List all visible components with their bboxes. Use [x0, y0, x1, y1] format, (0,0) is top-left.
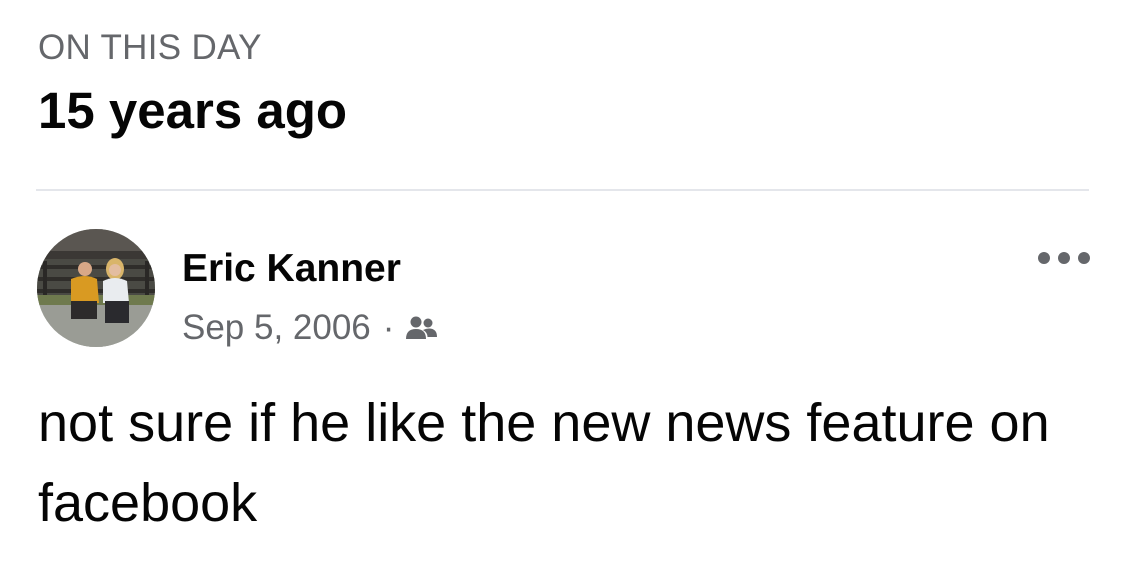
section-label: ON THIS DAY: [38, 28, 262, 67]
post-date[interactable]: Sep 5, 2006: [182, 308, 371, 348]
more-options-button[interactable]: [1034, 241, 1094, 275]
more-options-icon: [1038, 252, 1090, 264]
post-meta: Sep 5, 2006 ·: [182, 306, 438, 350]
avatar-photo: [37, 229, 155, 347]
post-text: not sure if he like the new news feature…: [38, 393, 1050, 533]
memory-title: 15 years ago: [38, 82, 348, 139]
meta-separator: ·: [382, 308, 395, 347]
friends-icon[interactable]: [404, 313, 438, 343]
author-name[interactable]: Eric Kanner: [182, 247, 401, 291]
avatar[interactable]: [37, 229, 155, 347]
memory-post: Eric Kanner Sep 5, 2006 · not sure if he…: [0, 191, 1125, 585]
